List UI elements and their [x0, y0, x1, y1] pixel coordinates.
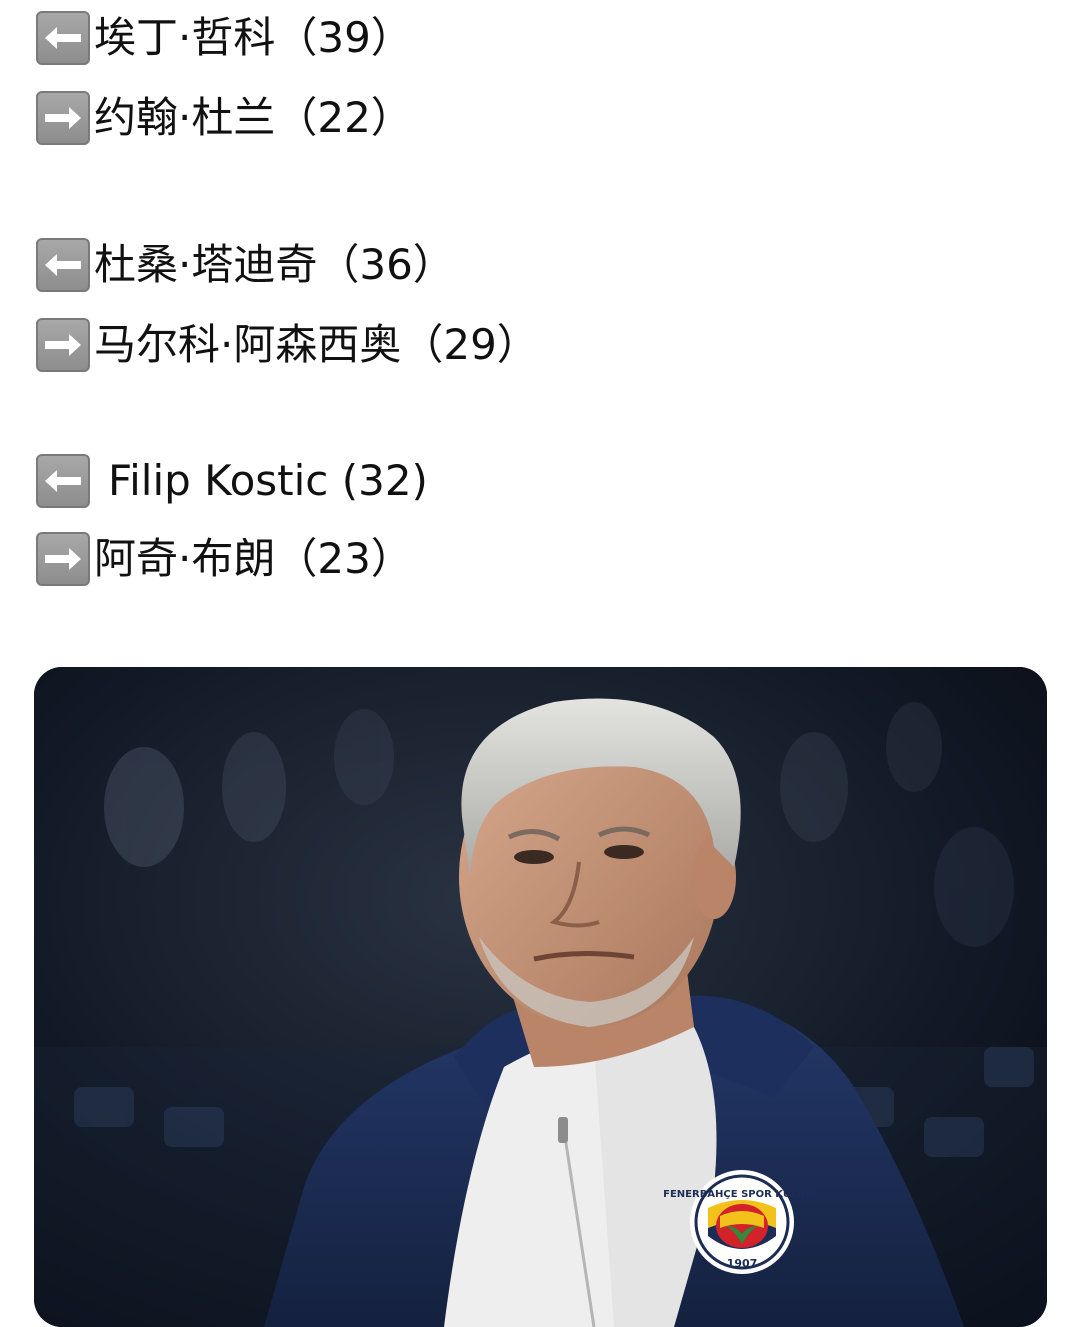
- post-content: 埃丁·哲科（39） 约翰·杜兰（22） 杜桑·塔迪奇（36） 马尔科·阿森西奥（…: [0, 0, 1080, 1327]
- player-text: Filip Kostic (32): [108, 456, 428, 505]
- left-arrow-icon: [36, 454, 90, 508]
- transfer-line-in: 约翰·杜兰（22）: [36, 88, 413, 148]
- player-text: 杜桑·塔迪奇（36）: [94, 240, 455, 289]
- transfer-line-in: 马尔科·阿森西奥（29）: [36, 315, 539, 375]
- transfer-line-out: Filip Kostic (32): [36, 451, 428, 511]
- coach-photo-illustration: FENERBAHÇE SPOR KULÜBÜ 1907: [34, 667, 1047, 1327]
- left-arrow-icon: [36, 11, 90, 65]
- player-text: 马尔科·阿森西奥（29）: [94, 320, 539, 369]
- player-text: 约翰·杜兰（22）: [94, 93, 413, 142]
- right-arrow-icon: [36, 532, 90, 586]
- right-arrow-icon: [36, 91, 90, 145]
- transfer-line-out: 埃丁·哲科（39）: [36, 8, 413, 68]
- coach-photo[interactable]: FENERBAHÇE SPOR KULÜBÜ 1907: [34, 667, 1047, 1327]
- right-arrow-icon: [36, 318, 90, 372]
- transfer-line-out: 杜桑·塔迪奇（36）: [36, 235, 455, 295]
- left-arrow-icon: [36, 238, 90, 292]
- player-text: 埃丁·哲科（39）: [94, 13, 413, 62]
- player-text: 阿奇·布朗（23）: [94, 534, 413, 583]
- transfer-line-in: 阿奇·布朗（23）: [36, 529, 413, 589]
- badge-year: 1907: [727, 1257, 758, 1270]
- badge-text: FENERBAHÇE SPOR KULÜBÜ: [663, 1186, 821, 1200]
